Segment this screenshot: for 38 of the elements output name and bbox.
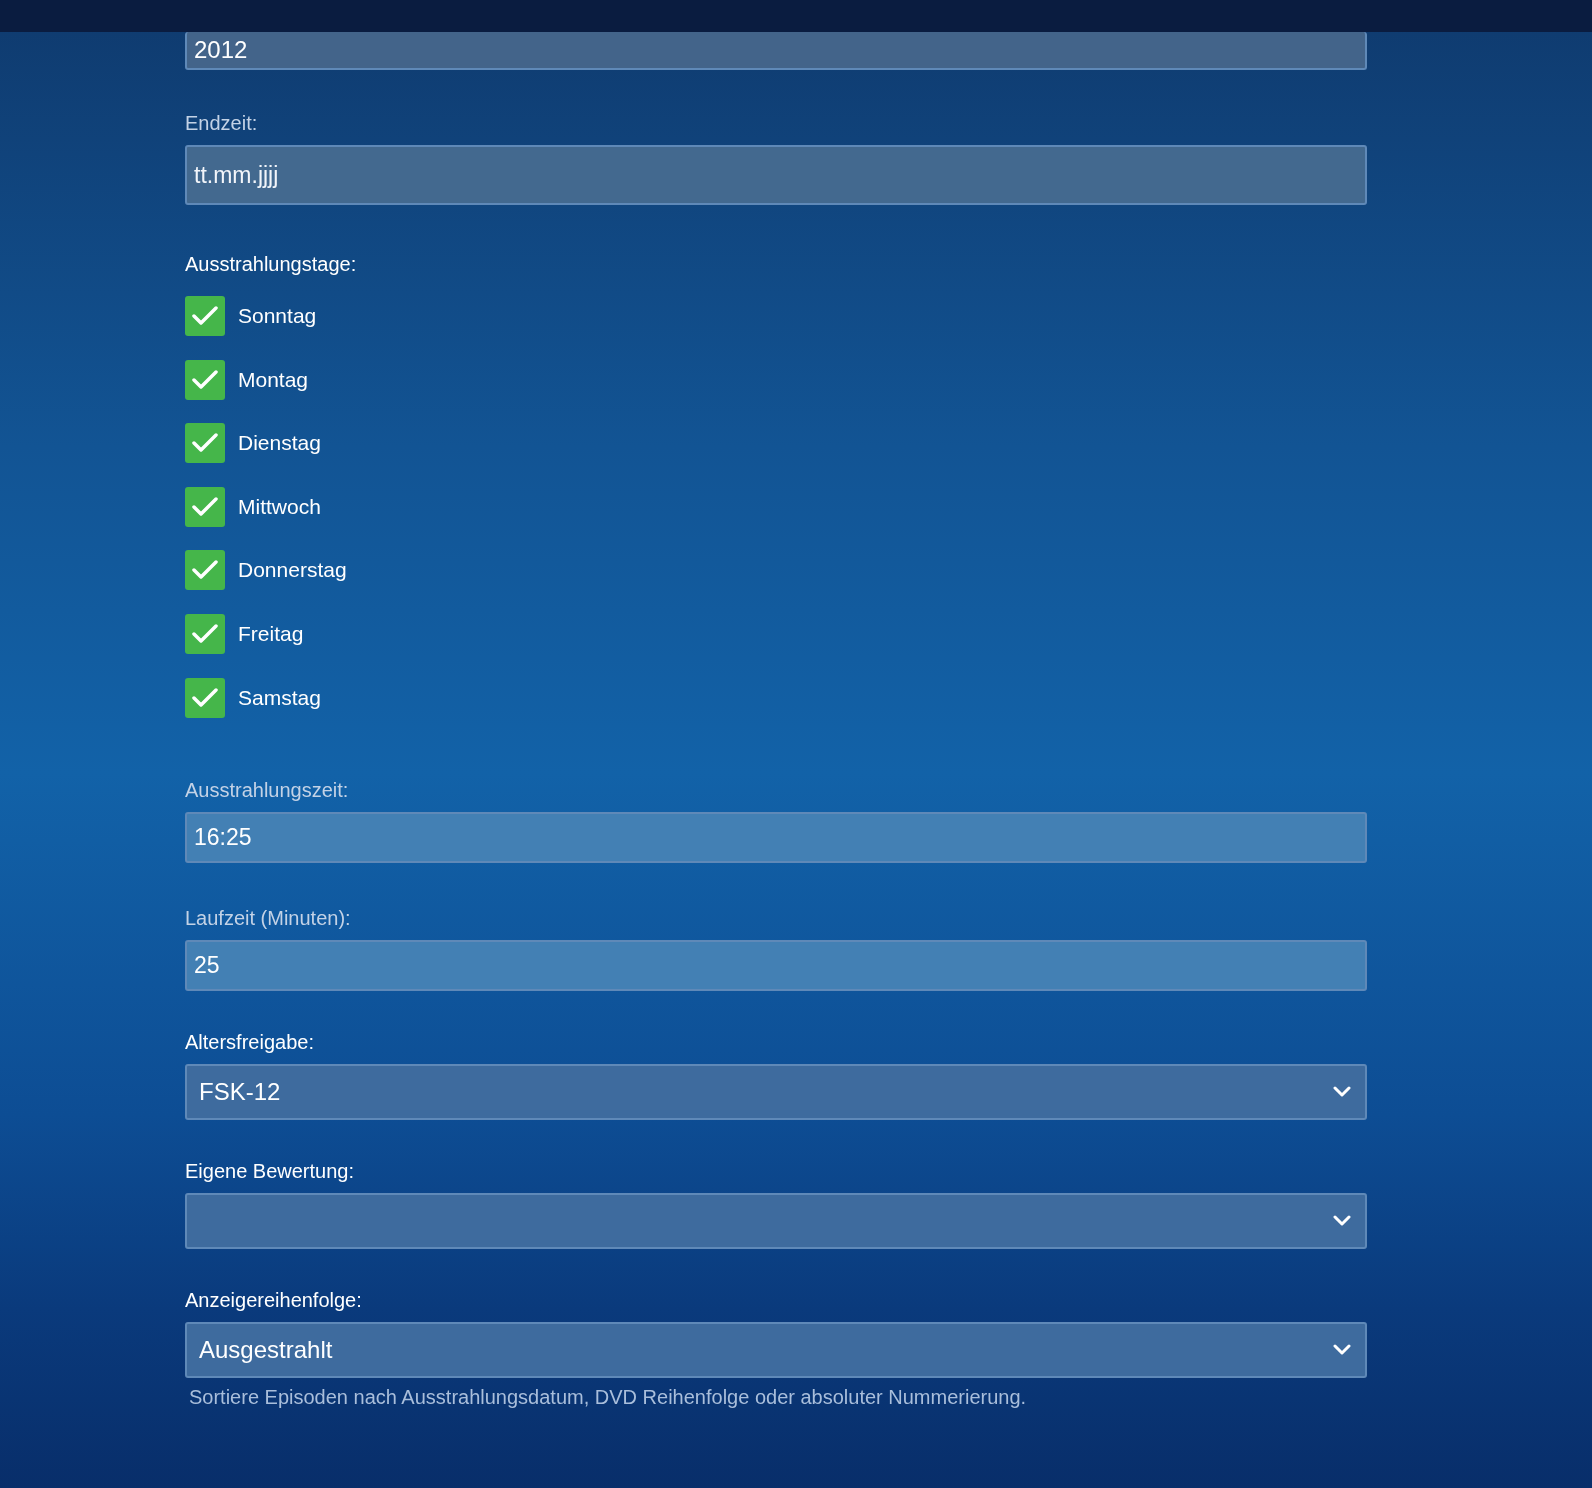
checkbox[interactable] (185, 677, 225, 718)
checkbox-label: Montag (238, 367, 309, 392)
checkbox-label: Samstag (238, 685, 321, 710)
check-icon (192, 496, 218, 517)
field-label: Endzeit: (185, 112, 259, 135)
field-label: Altersfreigabe: (185, 1031, 315, 1055)
year-field[interactable]: 2012 (185, 32, 1367, 70)
check-icon (192, 687, 218, 708)
field-label: Anzeigereihenfolge: (185, 1289, 363, 1313)
checkbox[interactable] (185, 359, 225, 400)
chevron-down-icon (1333, 1344, 1351, 1357)
chevron-down-icon (1333, 1086, 1351, 1099)
dropdown[interactable]: FSK-12 (185, 1064, 1367, 1121)
checkbox[interactable] (185, 550, 225, 591)
chevron-down-icon (1333, 1215, 1351, 1228)
help-text: Sortiere Episoden nach Ausstrahlungsdatum, DVD Reihenfolge oder absoluter Nummerierung. (188, 1386, 1028, 1410)
number-field[interactable]: 25 (185, 940, 1367, 992)
dropdown[interactable]: Ausgestrahlt (185, 1322, 1367, 1379)
checkbox[interactable] (185, 613, 225, 654)
check-icon (192, 369, 218, 390)
check-icon (192, 306, 218, 326)
field-label: Eigene Bewertung: (185, 1160, 355, 1184)
checkbox[interactable] (185, 423, 225, 464)
checkbox-label: Donnerstag (238, 558, 347, 583)
checkbox-label: Sonntag (238, 304, 317, 328)
checkbox-label: Mittwoch (238, 494, 321, 519)
field-label: Laufzeit (Minuten): (185, 907, 352, 931)
check-icon (192, 433, 218, 454)
field-label: Ausstrahlungstage: (185, 253, 358, 276)
checkbox-label: Dienstag (238, 431, 321, 456)
checkbox[interactable] (185, 486, 225, 527)
checkbox-label: Freitag (238, 621, 304, 646)
date-field[interactable]: tt.mm.jjjj (185, 145, 1367, 205)
check-icon (192, 623, 218, 644)
time-field[interactable]: 16:25 (185, 812, 1367, 864)
field-label: Ausstrahlungszeit: (185, 779, 350, 803)
check-icon (192, 560, 218, 581)
checkbox[interactable] (185, 296, 225, 336)
